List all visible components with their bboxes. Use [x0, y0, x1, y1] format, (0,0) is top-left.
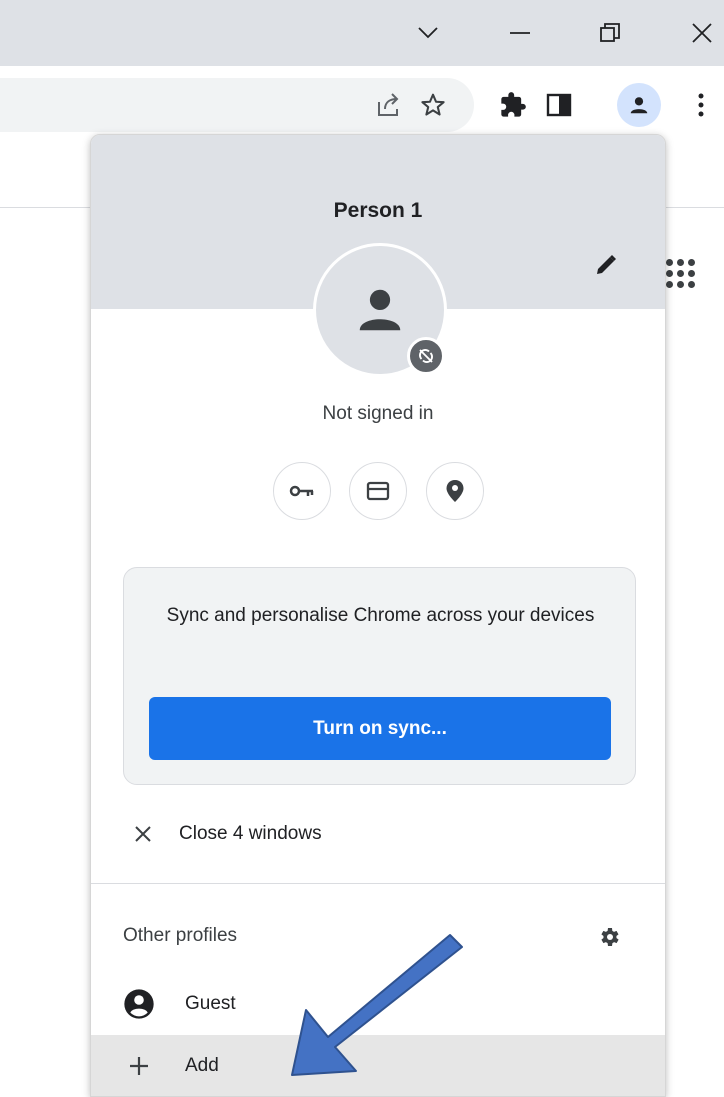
card-icon: [366, 481, 390, 501]
share-icon: [378, 93, 399, 116]
add-profile-button[interactable]: Add: [91, 1035, 665, 1096]
apps-grid-icon[interactable]: [660, 253, 700, 293]
more-vert-icon: [698, 93, 704, 117]
profile-menu: Person 1 Not signed in Sync and personal…: [90, 134, 666, 1097]
sync-off-badge: [407, 337, 445, 375]
edit-profile-button[interactable]: [586, 245, 626, 285]
profile-name: Person 1: [333, 199, 423, 222]
menu-divider: [91, 883, 665, 884]
chevron-down-icon: [418, 27, 438, 39]
title-bar: [0, 0, 724, 66]
close-icon: [123, 825, 163, 843]
gear-icon: [601, 928, 619, 946]
bookmark-star-icon: [421, 93, 445, 116]
other-profiles-heading: Other profiles: [123, 925, 238, 946]
close-windows-label: Close 4 windows: [179, 823, 322, 844]
sync-disabled-icon: [419, 349, 433, 363]
tab-search-button[interactable]: [392, 0, 464, 66]
location-icon: [446, 480, 464, 502]
close-icon: [692, 23, 712, 43]
manage-profiles-button[interactable]: [589, 917, 629, 957]
close-window-button[interactable]: [666, 0, 724, 66]
add-label: Add: [185, 1055, 219, 1076]
profile-avatar-icon: [630, 97, 648, 114]
guest-account-icon: [119, 988, 159, 1020]
sign-in-status: Not signed in: [322, 403, 434, 424]
passwords-button[interactable]: [273, 462, 331, 520]
minimize-icon: [510, 32, 530, 34]
profile-button[interactable]: [617, 83, 661, 127]
guest-profile-item[interactable]: Guest: [91, 973, 665, 1035]
key-icon: [289, 485, 314, 497]
extensions-puzzle-icon: [501, 92, 526, 117]
pencil-icon: [597, 255, 616, 274]
share-button[interactable]: [368, 84, 410, 126]
restore-button[interactable]: [574, 0, 646, 66]
person-icon: [359, 289, 401, 331]
minimize-button[interactable]: [484, 0, 556, 66]
bookmark-button[interactable]: [412, 84, 454, 126]
payment-methods-button[interactable]: [349, 462, 407, 520]
sync-promo-card: Sync and personalise Chrome across your …: [123, 567, 636, 785]
more-menu-button[interactable]: [680, 84, 722, 126]
plus-icon: [119, 1055, 159, 1077]
sync-description: Sync and personalise Chrome across your …: [166, 605, 595, 626]
turn-on-sync-button[interactable]: Turn on sync...: [149, 697, 611, 760]
close-windows-button[interactable]: Close 4 windows: [91, 803, 665, 865]
guest-label: Guest: [185, 993, 236, 1014]
side-panel-button[interactable]: [538, 84, 580, 126]
side-panel-icon: [546, 93, 572, 117]
addresses-button[interactable]: [426, 462, 484, 520]
restore-icon: [600, 23, 620, 42]
toolbar: [0, 66, 724, 144]
extensions-button[interactable]: [492, 84, 534, 126]
